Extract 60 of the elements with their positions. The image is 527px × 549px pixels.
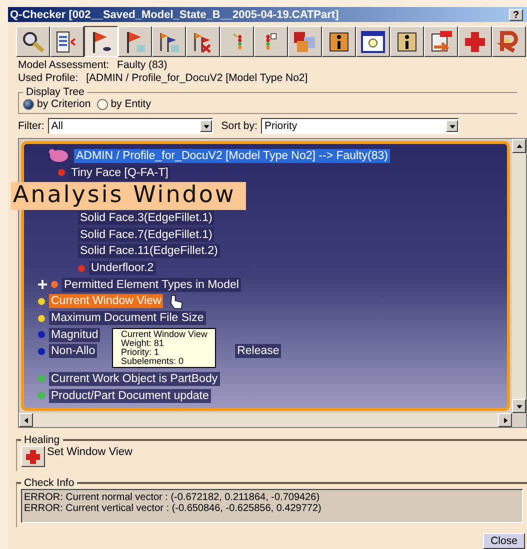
scroll-up-button[interactable] — [512, 139, 526, 153]
filter-dropdown[interactable]: All — [48, 118, 214, 134]
tree-item[interactable]: Underfloor.2 — [89, 261, 156, 276]
tree-item[interactable]: Tiny Face [Q-FA-T] — [69, 166, 170, 180]
tooltip-line: Weight: 81 — [121, 339, 165, 348]
sort-dropdown[interactable]: Priority — [261, 118, 460, 134]
scroll-up-icon[interactable] — [516, 142, 522, 150]
dots-icon — [265, 33, 277, 50]
heal-action: Set Window View — [47, 446, 132, 458]
tooltip-line: Priority: 1 — [121, 348, 160, 357]
tree-item[interactable]: Current Work Object is PartBody — [49, 372, 220, 386]
dropdown-button[interactable] — [446, 120, 458, 132]
log-line: ERROR: Current vertical vector : (-0.650846, -0.625856, 0.429772) — [24, 503, 322, 514]
tree-item[interactable]: Product/Part Document update — [49, 388, 211, 403]
scroll-right-button[interactable] — [498, 413, 512, 427]
tooltip-line: Current Window View — [121, 330, 208, 339]
sort-label: Sort by: — [221, 120, 258, 132]
tree-item[interactable]: Solid Face.7(EdgeFillet.1) — [78, 228, 214, 242]
scroll-down-button[interactable] — [512, 399, 526, 413]
hand-cursor-icon — [170, 295, 184, 309]
scroll-left-button[interactable] — [19, 413, 33, 427]
toolbar-button[interactable] — [84, 26, 118, 57]
help-button[interactable]: ? — [509, 8, 523, 20]
dropdown-button[interactable] — [200, 120, 212, 132]
scroll-down-icon[interactable] — [516, 402, 522, 410]
radio-icon[interactable] — [96, 98, 108, 110]
radio-option[interactable]: by Criterion — [23, 98, 91, 110]
tree-item[interactable]: Non-Allo — [49, 344, 98, 358]
scroll-right-icon[interactable] — [502, 416, 508, 424]
radio-icon[interactable] — [23, 98, 34, 110]
callout-label: Analysis Window — [11, 182, 246, 210]
scroll-left-icon[interactable] — [22, 416, 30, 424]
cross-icon — [25, 448, 41, 464]
tree-root[interactable]: ADMIN / Profile_for_DocuV2 [Model Type No2] --> Faulty(83) — [74, 149, 390, 164]
dots-icon — [232, 33, 242, 50]
heal-button[interactable] — [21, 446, 45, 467]
log-line: ERROR: Current normal vector : (-0.672182, 0.211864, -0.709426) — [24, 492, 321, 503]
tree-item[interactable]: Release — [235, 344, 282, 358]
tree-item[interactable]: Maximum Document File Size — [49, 311, 206, 325]
dropdown-arrow-icon[interactable] — [448, 122, 456, 130]
window-title: Q-Checker [002__Saved_Model_State_B__2005-04-19.CATPart] — [10, 8, 339, 20]
tree-item[interactable]: Solid Face.3(EdgeFillet.1) — [78, 211, 214, 226]
tree-item[interactable]: Magnitud — [49, 328, 100, 342]
tooltip-line: Subelements: 0 — [121, 357, 185, 366]
tree-item[interactable]: Permitted Element Types in Model — [62, 278, 241, 292]
profile-value: [ADMIN / Profile_for_DocuV2 [Model Type No2] — [86, 72, 308, 84]
profile-label: Used Profile: — [18, 72, 78, 84]
filter-label: Filter: — [18, 120, 44, 132]
horizontal-scrollbar[interactable] — [19, 413, 512, 427]
assessment-label: Model Assessment: — [18, 59, 110, 71]
vertical-scrollbar[interactable] — [512, 139, 526, 413]
expand-icon[interactable] — [38, 280, 47, 290]
group-title: Display Tree — [25, 86, 86, 98]
tree-item[interactable]: Solid Face.11(EdgeFillet.2) — [78, 244, 220, 258]
group-title: Check Info — [23, 477, 76, 489]
radio-option[interactable]: by Entity — [96, 98, 151, 110]
dropdown-arrow-icon[interactable] — [202, 122, 210, 130]
group-title: Healing — [23, 434, 61, 446]
assessment-value: Faulty (83) — [117, 59, 168, 71]
close-button[interactable]: Close — [483, 533, 525, 549]
